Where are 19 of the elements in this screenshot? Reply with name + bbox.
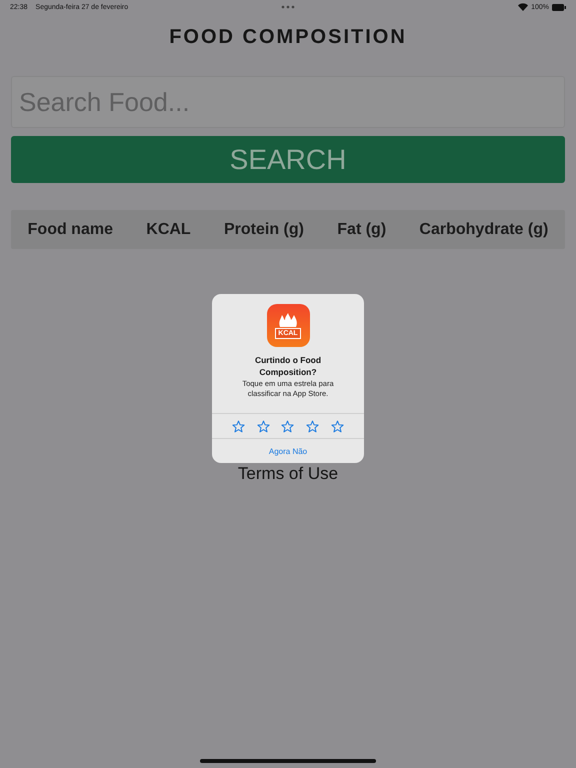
star-icon[interactable] xyxy=(331,420,344,432)
dialog-title: Curtindo o Food Composition? xyxy=(254,354,322,378)
app-title: FOOD COMPOSITION xyxy=(168,26,408,49)
column-header: Food name xyxy=(28,220,113,238)
terms-link[interactable]: Terms of Use xyxy=(0,464,576,484)
flame-icon xyxy=(278,312,298,326)
star-icon[interactable] xyxy=(256,420,270,432)
wifi-icon xyxy=(518,3,528,11)
column-header: KCAL xyxy=(146,220,191,238)
star-icon[interactable] xyxy=(306,420,320,432)
search-button[interactable]: SEARCH xyxy=(11,136,565,183)
star-icon[interactable] xyxy=(232,420,245,432)
dismiss-button[interactable]: Agora Não xyxy=(212,439,364,463)
column-header: Carbohydrate (g) xyxy=(419,220,548,238)
more-icon xyxy=(281,5,295,9)
column-header: Fat (g) xyxy=(337,220,386,238)
star-icon[interactable] xyxy=(281,420,294,432)
column-header: Protein (g) xyxy=(224,220,304,238)
battery-icon xyxy=(552,4,566,10)
